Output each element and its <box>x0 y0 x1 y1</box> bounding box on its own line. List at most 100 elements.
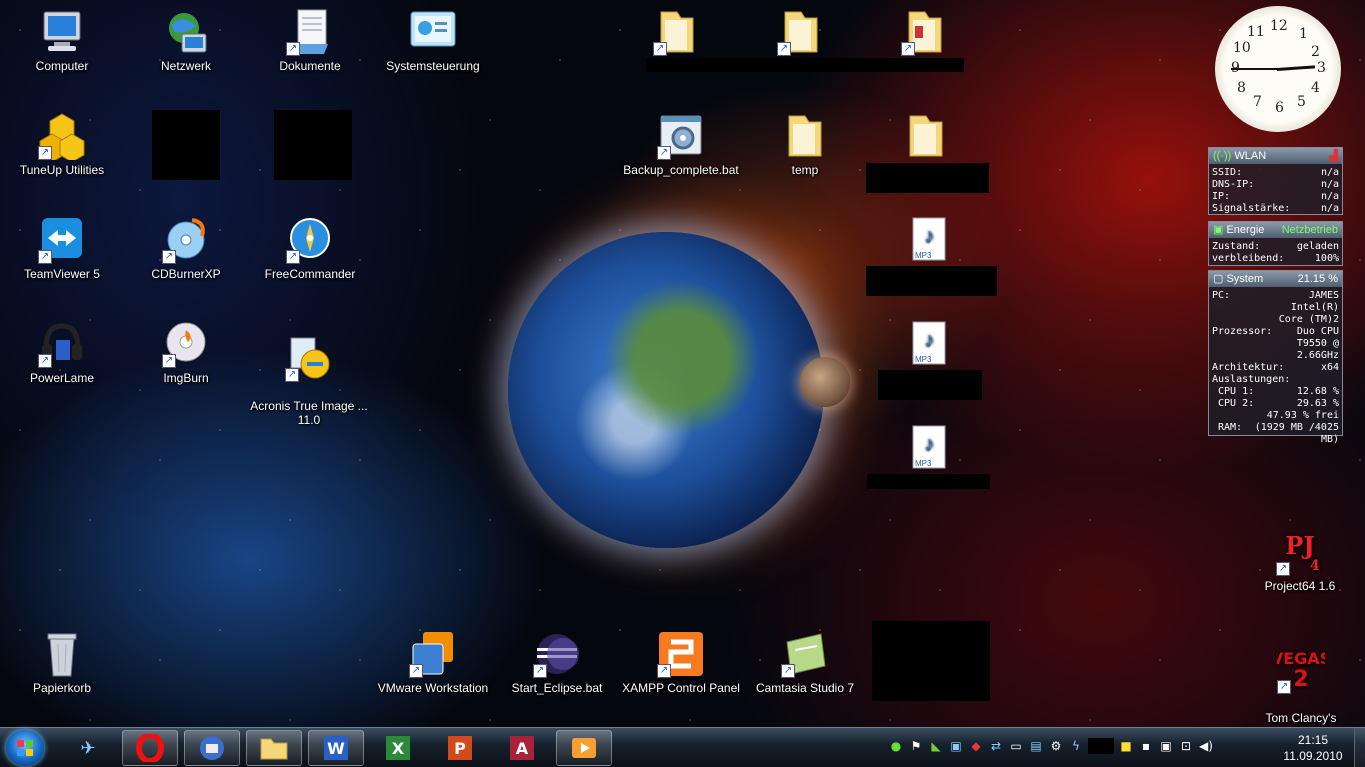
svg-text:4: 4 <box>1310 558 1320 574</box>
redacted-label <box>866 266 997 296</box>
tray-clipboard-icon[interactable]: ▣ <box>1158 738 1174 754</box>
moon-wallpaper-image <box>800 357 850 407</box>
taskbar-thunderbird-icon[interactable] <box>184 730 240 766</box>
svg-text:P: P <box>454 739 466 758</box>
wlan-key: DNS-IP: <box>1212 179 1255 190</box>
network-globe-icon <box>162 8 210 56</box>
desktop-icon-teamviewer[interactable]: ↗ TeamViewer 5 <box>0 216 124 281</box>
tray-network-status-icon[interactable]: ⊡ <box>1178 738 1194 754</box>
system-key: RAM: <box>1218 422 1243 433</box>
tray-note-icon[interactable]: ■ <box>1118 738 1134 754</box>
clock-number: 10 <box>1233 40 1251 56</box>
desktop-icon-label: Systemsteuerung <box>386 59 480 73</box>
desktop-icon-label: TeamViewer 5 <box>24 267 100 281</box>
wlan-row: SSID: n/a <box>1212 167 1339 179</box>
taskbar-excel-icon[interactable]: X <box>370 730 426 766</box>
desktop-icon-powerlame[interactable]: ↗ PowerLame <box>0 320 124 385</box>
clock-number: 5 <box>1297 94 1306 110</box>
batch-file-gear-icon: ↗ <box>657 112 705 160</box>
desktop-icon-tuneup[interactable]: ↗ TuneUp Utilities <box>0 112 124 177</box>
system-value: (1929 MB /4025 MB) <box>1254 422 1339 445</box>
taskbar-jet-icon[interactable]: ✈ <box>60 730 116 766</box>
clock-gadget[interactable]: 12 1 2 3 4 5 6 7 8 9 10 11 <box>1215 6 1341 132</box>
desktop-icon-folder-4[interactable] <box>864 112 988 163</box>
desktop-icon-folder-1[interactable]: ↗ <box>615 8 739 59</box>
desktop-icon-imgburn[interactable]: ↗ ImgBurn <box>124 320 248 385</box>
desktop-icon-papierkorb[interactable]: Papierkorb <box>0 630 124 695</box>
show-desktop-button[interactable] <box>1354 728 1365 767</box>
tray-nvidia-icon[interactable]: ◣ <box>928 738 944 754</box>
system-value: JAMES <box>1308 290 1339 301</box>
folder-icon <box>781 112 829 160</box>
svg-text:♪: ♪ <box>924 433 934 455</box>
tray-volume-icon[interactable]: ◀) <box>1198 738 1214 754</box>
shortcut-arrow-icon: ↗ <box>286 250 300 264</box>
desktop-icon-vmware[interactable]: ↗ VMware Workstation <box>371 630 495 695</box>
energie-gadget[interactable]: ▣ Energie Netzbetrieb Zustand: geladen ver… <box>1208 221 1343 266</box>
desktop-icon-cdburnerxp[interactable]: ↗ CDBurnerXP <box>124 216 248 281</box>
taskbar-word-icon[interactable]: W <box>308 730 364 766</box>
taskbar-opera-icon[interactable] <box>122 730 178 766</box>
taskbar-explorer-icon[interactable] <box>246 730 302 766</box>
tray-tool-icon[interactable]: ⚙ <box>1048 738 1064 754</box>
tray-acrobat-icon[interactable]: ◆ <box>968 738 984 754</box>
tray-display-icon[interactable]: ▭ <box>1008 738 1024 754</box>
desktop-icon-netzwerk[interactable]: Netzwerk <box>124 8 248 73</box>
energie-status: Netzbetrieb <box>1281 224 1338 236</box>
desktop-icon-mp3-1[interactable]: ♪ MP3 <box>867 216 991 267</box>
redacted-label <box>878 370 982 400</box>
tray-device-icon[interactable]: ▪ <box>1138 738 1154 754</box>
tray-flag-icon[interactable]: ⚑ <box>908 738 924 754</box>
desktop-icon-computer[interactable]: Computer <box>0 8 124 73</box>
shortcut-arrow-icon: ↗ <box>162 354 176 368</box>
desktop-icon-systemsteuerung[interactable]: Systemsteuerung <box>371 8 495 73</box>
clock-number: 6 <box>1275 100 1284 116</box>
mp3-badge: MP3 <box>915 355 932 364</box>
desktop-icon-eclipse[interactable]: ↗ Start_Eclipse.bat <box>495 630 619 695</box>
tray-sync-icon[interactable]: ⇄ <box>988 738 1004 754</box>
tray-monitor-icon[interactable]: ▤ <box>1028 738 1044 754</box>
shortcut-arrow-icon: ↗ <box>38 354 52 368</box>
wlan-key: Signalstärke: <box>1212 203 1291 214</box>
desktop-icon-label: Start_Eclipse.bat <box>511 681 603 695</box>
wlan-row: IP: n/a <box>1212 191 1339 203</box>
computer-icon <box>38 8 86 56</box>
shortcut-arrow-icon: ↗ <box>409 664 423 678</box>
desktop-icon-project64[interactable]: PJ 4 ↗ Project64 1.6 <box>1238 528 1362 593</box>
tray-network-icon[interactable]: ▣ <box>948 738 964 754</box>
wlan-gadget[interactable]: ((·)) WLAN ▟ SSID: n/a DNS-IP: n/a IP: n/a S… <box>1208 147 1343 215</box>
desktop-icon-camtasia[interactable]: ↗ Camtasia Studio 7 <box>743 630 867 695</box>
system-key: PC: <box>1212 290 1231 301</box>
start-button[interactable] <box>6 730 44 766</box>
desktop-icon-folder-3[interactable]: ↗ <box>863 8 987 59</box>
taskbar-powerpoint-icon[interactable]: P <box>432 730 488 766</box>
clock-number: 8 <box>1237 80 1246 96</box>
wlan-value: n/a <box>1320 203 1339 214</box>
desktop-icon-label: Camtasia Studio 7 <box>755 681 855 695</box>
folder-icon: ↗ <box>901 8 949 56</box>
desktop-icon-freecommander[interactable]: ↗ FreeCommander <box>248 216 372 281</box>
documents-icon: ↗ <box>286 8 334 56</box>
taskbar-clock[interactable]: 21:15 11.09.2010 <box>1278 732 1348 764</box>
taskbar-access-icon[interactable]: A <box>494 730 550 766</box>
tray-lightning-icon[interactable]: ϟ <box>1068 738 1084 754</box>
desktop-icon-temp[interactable]: temp <box>743 112 867 177</box>
system-gadget[interactable]: ▢ System 21.15 % PC: JAMES Prozessor: Intel… <box>1208 270 1343 445</box>
desktop-icon-acronis[interactable]: ↗ Acronis True Image ... 11.0 <box>247 320 371 441</box>
desktop-icon-backup[interactable]: ↗ Backup_complete.bat <box>619 112 743 177</box>
desktop-icon-dokumente[interactable]: ↗ Dokumente <box>248 8 372 73</box>
wlan-value: n/a <box>1320 191 1339 202</box>
system-gadget-header: ▢ System 21.15 % <box>1209 271 1342 287</box>
recycle-bin-icon <box>38 630 86 678</box>
desktop-icon-folder-2[interactable]: ↗ <box>739 8 863 59</box>
svg-text:VEGAS: VEGAS <box>1277 649 1325 668</box>
vmware-icon: ↗ <box>409 630 457 678</box>
wlan-title: WLAN <box>1234 150 1267 162</box>
desktop-icon-xampp[interactable]: ↗ XAMPP Control Panel <box>619 630 743 695</box>
desktop-icon-mp3-2[interactable]: ♪ MP3 <box>867 320 991 371</box>
shortcut-arrow-icon: ↗ <box>38 250 52 264</box>
desktop-icon-mp3-3[interactable]: ♪ MP3 <box>867 424 991 475</box>
clock-number: 11 <box>1247 24 1265 40</box>
tray-green-icon[interactable]: ● <box>888 738 904 754</box>
taskbar-media-player-icon[interactable] <box>556 730 612 766</box>
